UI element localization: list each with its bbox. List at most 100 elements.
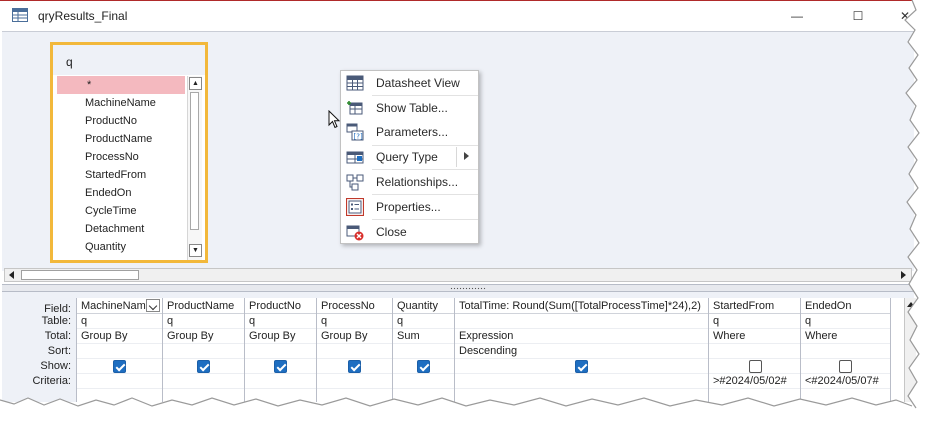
grid-column[interactable]: Quantity q Sum [392,298,454,402]
show-checkbox[interactable] [749,360,762,373]
total-cell[interactable]: Group By [163,329,244,344]
grid-vscrollbar[interactable] [904,298,916,402]
field-cell[interactable]: Quantity [393,298,454,314]
total-cell[interactable]: Group By [245,329,316,344]
total-cell[interactable]: Group By [317,329,392,344]
sort-cell[interactable] [317,344,392,359]
row-label-table: Table: [41,315,71,327]
chevron-down-icon[interactable] [146,299,160,312]
grid-column[interactable]: TotalTime: Round(Sum([TotalProcessTime]*… [454,298,708,402]
criteria-cell[interactable]: <#2024/05/07# [801,374,890,389]
table-cell[interactable]: q [77,314,162,329]
row-label-total: Total: [44,330,71,342]
sort-cell[interactable]: Descending [455,344,708,359]
hscroll-thumb[interactable] [21,270,139,280]
show-checkbox[interactable] [274,360,287,373]
sort-cell[interactable] [393,344,454,359]
menu-label: Parameters... [376,125,449,139]
grid-column[interactable]: ProcessNo q Group By [316,298,392,402]
sort-cell[interactable] [709,344,800,359]
field-list-scrollbar[interactable]: ▲ ▼ [187,76,202,260]
field-cell[interactable]: EndedOn [801,298,890,314]
field-item-detachment[interactable]: Detachment [57,220,185,238]
scroll-up-icon[interactable] [906,300,916,310]
total-cell[interactable]: Group By [77,329,162,344]
criteria-cell[interactable] [245,374,316,389]
field-list-q[interactable]: q * MachineName ProductNo ProductName Pr… [50,42,208,263]
show-checkbox[interactable] [197,360,210,373]
criteria-cell[interactable] [393,374,454,389]
total-cell[interactable]: Sum [393,329,454,344]
query-type-icon [346,151,364,164]
field-item-startedfrom[interactable]: StartedFrom [57,166,185,184]
sort-cell[interactable] [245,344,316,359]
design-pane-hscrollbar[interactable] [4,268,912,282]
show-checkbox[interactable] [575,360,588,373]
total-cell[interactable]: Where [709,329,800,344]
field-item-productname[interactable]: ProductName [57,130,185,148]
criteria-cell[interactable]: >#2024/05/02# [709,374,800,389]
sort-cell[interactable] [77,344,162,359]
show-cell [801,359,890,374]
table-cell[interactable]: q [709,314,800,329]
table-cell[interactable]: q [801,314,890,329]
grid-column[interactable]: MachineNam q Group By [76,298,162,402]
pane-splitter[interactable] [2,284,914,292]
field-cell[interactable]: TotalTime: Round(Sum([TotalProcessTime]*… [455,298,708,314]
show-checkbox[interactable] [417,360,430,373]
close-button[interactable]: ✕ [890,5,920,27]
sort-cell[interactable] [163,344,244,359]
row-label-sort: Sort: [47,345,71,357]
menu-item-relationships[interactable]: Relationships... [341,170,478,194]
table-cell[interactable]: q [245,314,316,329]
scroll-left-icon[interactable] [7,270,18,280]
menu-item-datasheet-view[interactable]: Datasheet View [341,71,478,95]
field-item-machinename[interactable]: MachineName [57,94,185,112]
show-cell [393,359,454,374]
menu-label: Close [376,225,407,239]
show-checkbox[interactable] [839,360,852,373]
minimize-button[interactable]: — [782,5,812,27]
grid-column-empty[interactable] [890,298,904,402]
field-list-title[interactable]: q [53,45,205,75]
field-cell[interactable]: ProductName [163,298,244,314]
field-cell[interactable]: ProcessNo [317,298,392,314]
show-checkbox[interactable] [348,360,361,373]
sort-cell[interactable] [801,344,890,359]
menu-item-properties[interactable]: Properties... [341,195,478,219]
criteria-cell[interactable] [317,374,392,389]
scroll-thumb[interactable] [190,92,199,230]
field-item-quantity[interactable]: Quantity [57,238,185,256]
table-cell[interactable]: q [163,314,244,329]
field-item-processno[interactable]: ProcessNo [57,148,185,166]
scroll-right-icon[interactable] [898,270,909,280]
field-item-cycletime[interactable]: CycleTime [57,202,185,220]
grid-column[interactable]: ProductName q Group By [162,298,244,402]
total-cell[interactable]: Where [801,329,890,344]
menu-item-close[interactable]: Close [341,220,478,244]
table-cell[interactable]: q [393,314,454,329]
field-item-all[interactable]: * [57,76,185,94]
scroll-up-icon[interactable]: ▲ [189,77,202,90]
field-item-productno[interactable]: ProductNo [57,112,185,130]
criteria-cell[interactable] [77,374,162,389]
menu-item-query-type[interactable]: Query Type [341,145,478,169]
grid-column[interactable]: EndedOn q Where <#2024/05/07# [800,298,890,402]
grid-column[interactable]: StartedFrom q Where >#2024/05/02# [708,298,800,402]
maximize-button[interactable]: ☐ [843,5,873,27]
menu-item-show-table[interactable]: Show Table... [341,96,478,120]
total-cell[interactable]: Expression [455,329,708,344]
table-cell[interactable]: q [317,314,392,329]
criteria-cell[interactable] [455,374,708,389]
field-cell[interactable]: MachineNam [77,298,162,314]
table-cell[interactable] [455,314,708,329]
menu-item-parameters[interactable]: [?] Parameters... [341,120,478,144]
scroll-down-icon[interactable]: ▼ [189,244,202,257]
field-item-endedon[interactable]: EndedOn [57,184,185,202]
field-cell[interactable]: StartedFrom [709,298,800,314]
criteria-cell[interactable] [163,374,244,389]
field-cell[interactable]: ProductNo [245,298,316,314]
show-checkbox[interactable] [113,360,126,373]
splitter-grip-icon[interactable] [450,287,486,290]
grid-column[interactable]: ProductNo q Group By [244,298,316,402]
